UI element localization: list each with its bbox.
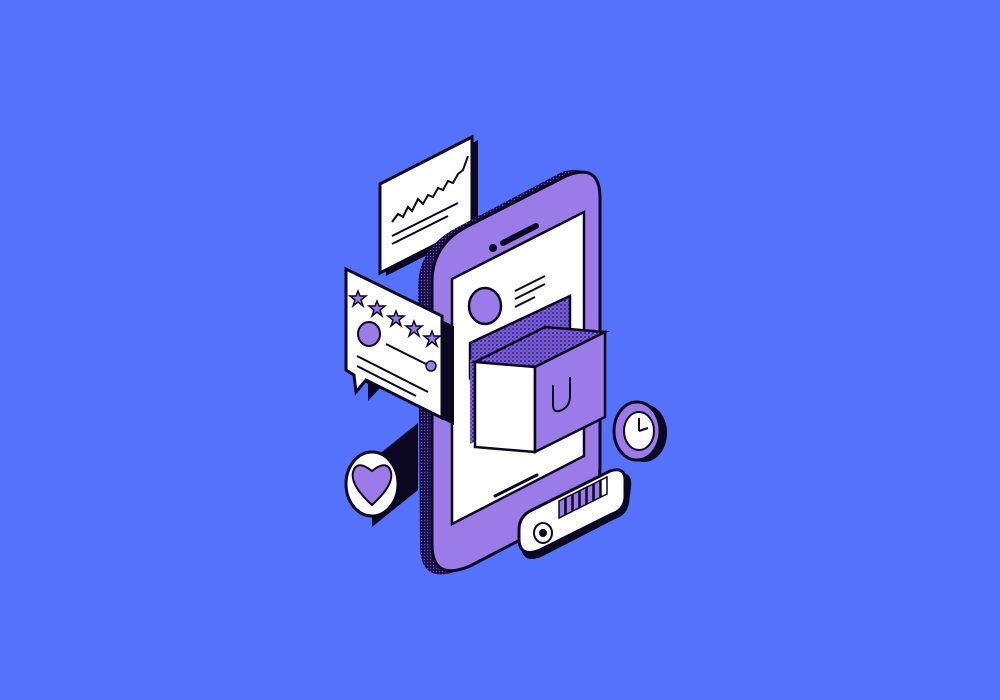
battery-segment <box>565 493 573 516</box>
canvas <box>0 0 1000 700</box>
battery-segment <box>579 486 587 509</box>
battery-segment <box>600 475 608 499</box>
drawer-side <box>473 360 537 454</box>
battery-segment <box>593 479 601 502</box>
clock-token <box>612 400 667 462</box>
battery-segment <box>586 482 594 506</box>
isometric-smartphone-illustration <box>344 134 667 575</box>
battery-segment <box>572 489 580 513</box>
camera-icon <box>489 244 497 252</box>
reviewer-avatar-icon <box>357 321 381 347</box>
favorite-token <box>344 423 418 527</box>
battery-segment <box>558 496 566 520</box>
avatar-icon <box>467 286 503 326</box>
